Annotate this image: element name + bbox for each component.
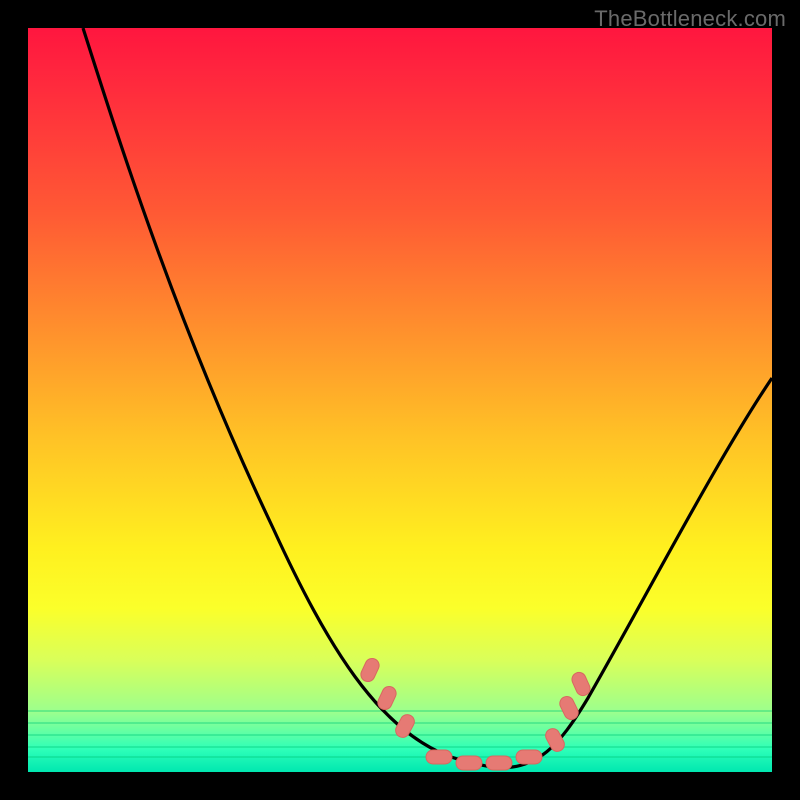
curve-markers — [359, 656, 593, 770]
bottleneck-curve-left — [83, 28, 508, 768]
bottleneck-curve-right — [498, 378, 772, 768]
watermark-text: TheBottleneck.com — [594, 6, 786, 32]
chart-svg — [28, 28, 772, 772]
chart-plot-area — [28, 28, 772, 772]
